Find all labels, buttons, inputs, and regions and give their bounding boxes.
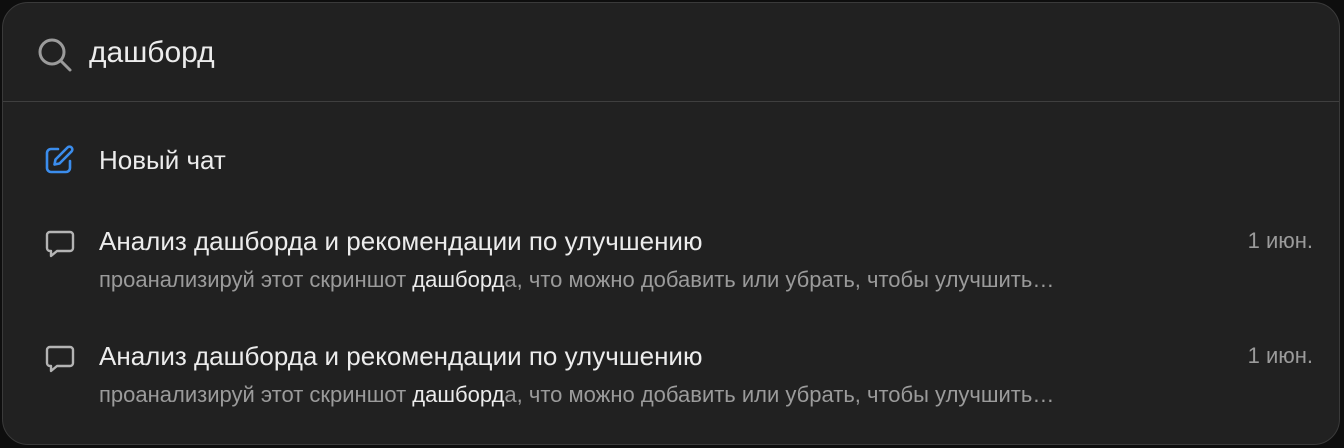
chat-bubble-icon xyxy=(43,342,77,376)
result-snippet: проанализируй этот скриншот дашборда, чт… xyxy=(99,380,1209,410)
snippet-text-after: а, что можно добавить или убрать, чтобы … xyxy=(504,267,1055,292)
result-date: 1 июн. xyxy=(1247,343,1313,368)
snippet-match-highlight: дашборд xyxy=(412,382,505,407)
search-result-item[interactable]: Анализ дашборда и рекомендации по улучше… xyxy=(17,332,1325,428)
result-date: 1 июн. xyxy=(1247,228,1313,253)
edit-icon xyxy=(43,144,75,176)
search-result-item[interactable]: Анализ дашборда и рекомендации по улучше… xyxy=(17,217,1325,313)
chat-bubble-icon xyxy=(43,227,77,261)
snippet-text-before: проанализируй этот скриншот xyxy=(99,382,413,407)
search-bar xyxy=(3,3,1339,102)
new-chat-label: Новый чат xyxy=(99,145,226,175)
result-snippet: проанализируй этот скриншот дашборда, чт… xyxy=(99,265,1209,295)
new-chat-button[interactable]: Новый чат xyxy=(17,131,1325,189)
result-title: Анализ дашборда и рекомендации по улучше… xyxy=(99,226,703,256)
search-input[interactable] xyxy=(89,31,1239,75)
snippet-text-after: а, что можно добавить или убрать, чтобы … xyxy=(504,382,1055,407)
snippet-match-highlight: дашборд xyxy=(412,267,505,292)
result-title: Анализ дашборда и рекомендации по улучше… xyxy=(99,341,703,371)
snippet-text-before: проанализируй этот скриншот xyxy=(99,267,413,292)
search-icon xyxy=(35,35,75,75)
search-dialog: Новый чат Анализ дашборда и рекомендации… xyxy=(2,2,1340,445)
